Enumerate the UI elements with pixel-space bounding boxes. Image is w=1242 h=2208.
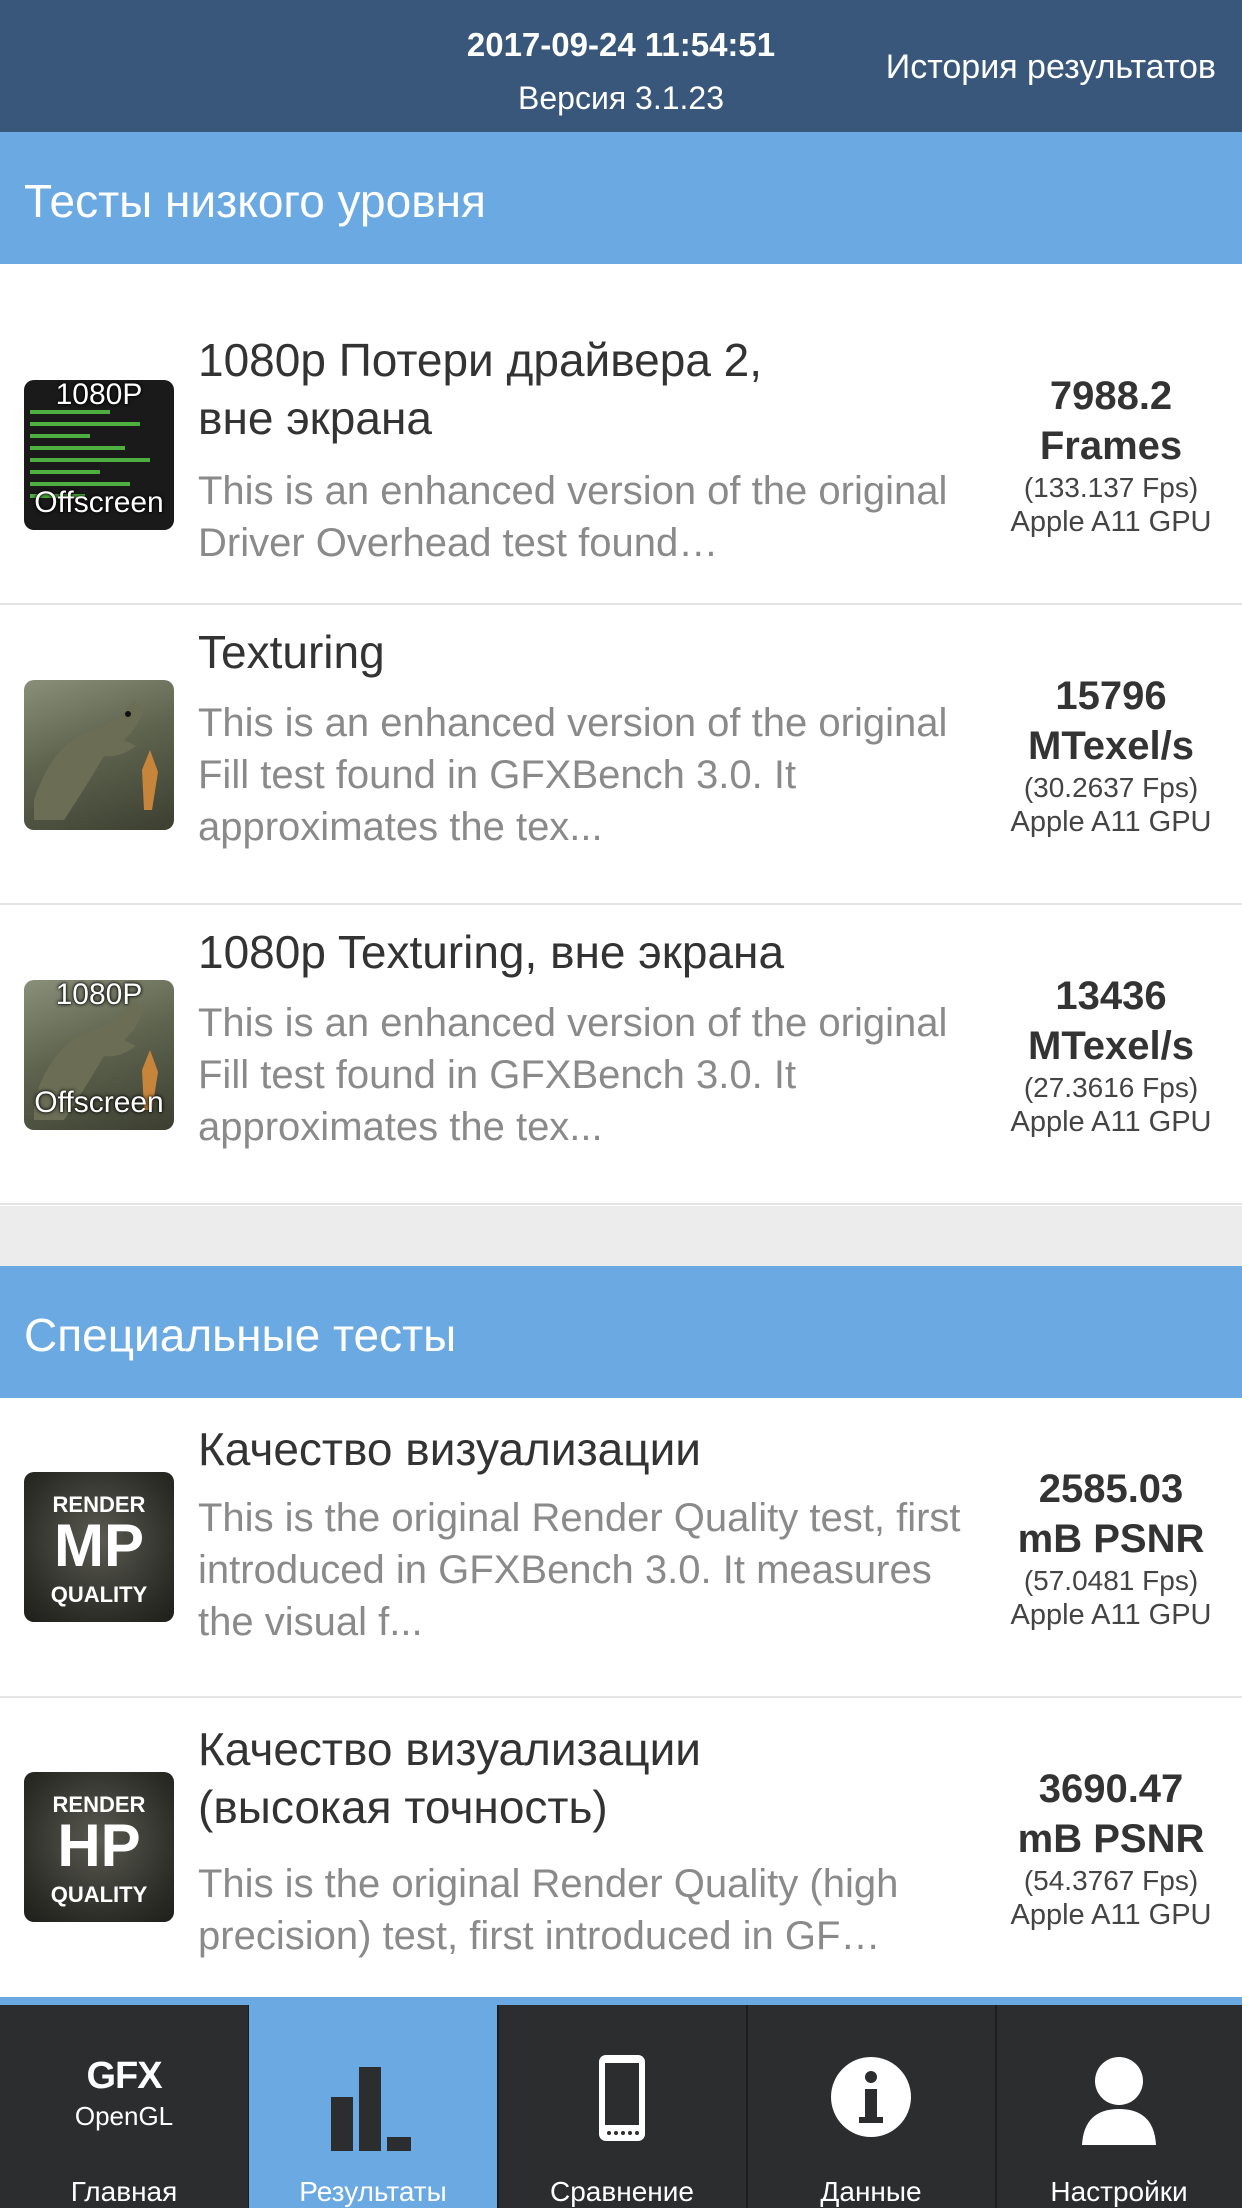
- section-header-low-level: Тесты низкого уровня: [0, 132, 1242, 264]
- bottom-tab-bar: GFX OpenGL Главная Результаты Сравнение: [0, 2005, 1242, 2208]
- history-link[interactable]: История результатов: [886, 48, 1216, 87]
- tab-label: Главная: [70, 2176, 178, 2207]
- test-description: This is the original Render Quality (hig…: [198, 1862, 899, 1958]
- top-bar: 2017-09-24 11:54:51 Версия 3.1.23 Истори…: [0, 0, 1242, 132]
- test-row-render-quality[interactable]: RENDER MP QUALITY Качество визуализации …: [0, 1398, 1242, 1698]
- score-unit: MTexel/s: [1028, 1024, 1194, 1068]
- phone-icon: [599, 2055, 645, 2141]
- driver-overhead-thumbnail: 1080P Offscreen: [24, 380, 174, 530]
- section-separator: [0, 1206, 1242, 1266]
- score-gpu: Apple A11 GPU: [1010, 506, 1212, 538]
- score-fps: (30.2637 Fps): [1023, 772, 1199, 803]
- score-gpu: Apple A11 GPU: [1010, 806, 1212, 838]
- score-unit: mB PSNR: [1017, 1817, 1205, 1861]
- test-row-texturing[interactable]: Texturing This is an enhanced version of…: [0, 605, 1242, 905]
- test-description: This is an enhanced version of the origi…: [198, 469, 948, 565]
- render-quality-hp-thumbnail: RENDER HP QUALITY: [24, 1772, 174, 1922]
- test-row-driver-overhead[interactable]: 1080P Offscreen 1080p Потери драйвера 2,…: [0, 305, 1242, 605]
- test-title: Качество визуализации (высокая точность): [198, 1723, 701, 1833]
- section-title: Тесты низкого уровня: [24, 175, 486, 227]
- test-title: 1080p Потери драйвера 2, вне экрана: [198, 334, 763, 444]
- score-fps: (54.3767 Fps): [1023, 1865, 1199, 1896]
- score-fps: (133.137 Fps): [1023, 472, 1199, 503]
- test-title: Качество визуализации: [198, 1423, 701, 1475]
- render-quality-mp-thumbnail: RENDER MP QUALITY: [24, 1472, 174, 1622]
- user-icon: [1082, 2057, 1156, 2145]
- score-unit: mB PSNR: [1017, 1517, 1205, 1561]
- tab-compare[interactable]: Сравнение: [498, 2005, 748, 2208]
- test-title: Texturing: [198, 626, 385, 678]
- score-unit: MTexel/s: [1028, 724, 1194, 768]
- thumb-label-top: 1080P: [55, 980, 143, 1011]
- thumb-label-mid: HP: [57, 1812, 141, 1879]
- test-score: 3690.47 mB PSNR (54.3767 Fps) Apple A11 …: [990, 1764, 1232, 1932]
- score-fps: (27.3616 Fps): [1023, 1072, 1199, 1103]
- thumb-label-mid: MP: [54, 1512, 144, 1579]
- score-gpu: Apple A11 GPU: [1010, 1599, 1212, 1631]
- test-title: 1080p Texturing, вне экрана: [198, 926, 785, 978]
- section-header-special: Специальные тесты: [0, 1266, 1242, 1398]
- tab-label: Сравнение: [550, 2176, 694, 2207]
- test-description: This is an enhanced version of the origi…: [198, 1001, 948, 1149]
- info-icon: [831, 2057, 911, 2137]
- tab-settings[interactable]: Настройки: [996, 2005, 1242, 2208]
- test-score: 2585.03 mB PSNR (57.0481 Fps) Apple A11 …: [990, 1464, 1232, 1632]
- tabbar-top-accent: [0, 1997, 1242, 2005]
- texturing-offscreen-thumbnail: 1080P Offscreen: [24, 980, 174, 1130]
- test-score: 13436 MTexel/s (27.3616 Fps) Apple A11 G…: [990, 971, 1232, 1139]
- thumb-label-bottom: Offscreen: [34, 1086, 164, 1119]
- thumb-label-top: 1080P: [55, 380, 143, 411]
- score-value: 15796: [1055, 674, 1167, 718]
- score-value: 3690.47: [1038, 1767, 1184, 1811]
- score-gpu: Apple A11 GPU: [1010, 1106, 1212, 1138]
- test-row-render-quality-hp[interactable]: RENDER HP QUALITY Качество визуализации …: [0, 1698, 1242, 1996]
- dinosaur-icon: [34, 700, 158, 820]
- gfx-logo-icon: GFX: [86, 2055, 162, 2097]
- section-spacer: [0, 264, 1242, 307]
- score-fps: (57.0481 Fps): [1023, 1565, 1199, 1596]
- texturing-thumbnail: [24, 680, 174, 830]
- gfx-logo-subtitle: OpenGL: [74, 2101, 174, 2131]
- bar-chart-icon: [331, 2067, 411, 2151]
- score-value: 2585.03: [1038, 1467, 1184, 1511]
- thumb-label-bottom: QUALITY: [50, 1882, 148, 1907]
- section-title: Специальные тесты: [24, 1309, 457, 1361]
- tab-home[interactable]: GFX OpenGL Главная: [0, 2005, 250, 2208]
- tab-label: Результаты: [299, 2176, 447, 2207]
- tab-results[interactable]: Результаты: [249, 2005, 499, 2208]
- score-unit: Frames: [1039, 424, 1183, 468]
- test-row-texturing-offscreen[interactable]: 1080P Offscreen 1080p Texturing, вне экр…: [0, 905, 1242, 1205]
- test-score: 15796 MTexel/s (30.2637 Fps) Apple A11 G…: [990, 671, 1232, 839]
- score-value: 13436: [1055, 974, 1167, 1018]
- score-value: 7988.2: [1049, 374, 1173, 418]
- test-description: This is the original Render Quality test…: [198, 1496, 961, 1644]
- thumb-label-bottom: QUALITY: [50, 1582, 148, 1607]
- test-description: This is an enhanced version of the origi…: [198, 701, 948, 849]
- tab-label: Настройки: [1050, 2176, 1188, 2207]
- score-gpu: Apple A11 GPU: [1010, 1899, 1212, 1931]
- tab-label: Данные: [820, 2176, 922, 2207]
- thumb-label-bottom: Offscreen: [34, 486, 164, 519]
- tab-data[interactable]: Данные: [747, 2005, 997, 2208]
- test-score: 7988.2 Frames (133.137 Fps) Apple A11 GP…: [990, 371, 1232, 539]
